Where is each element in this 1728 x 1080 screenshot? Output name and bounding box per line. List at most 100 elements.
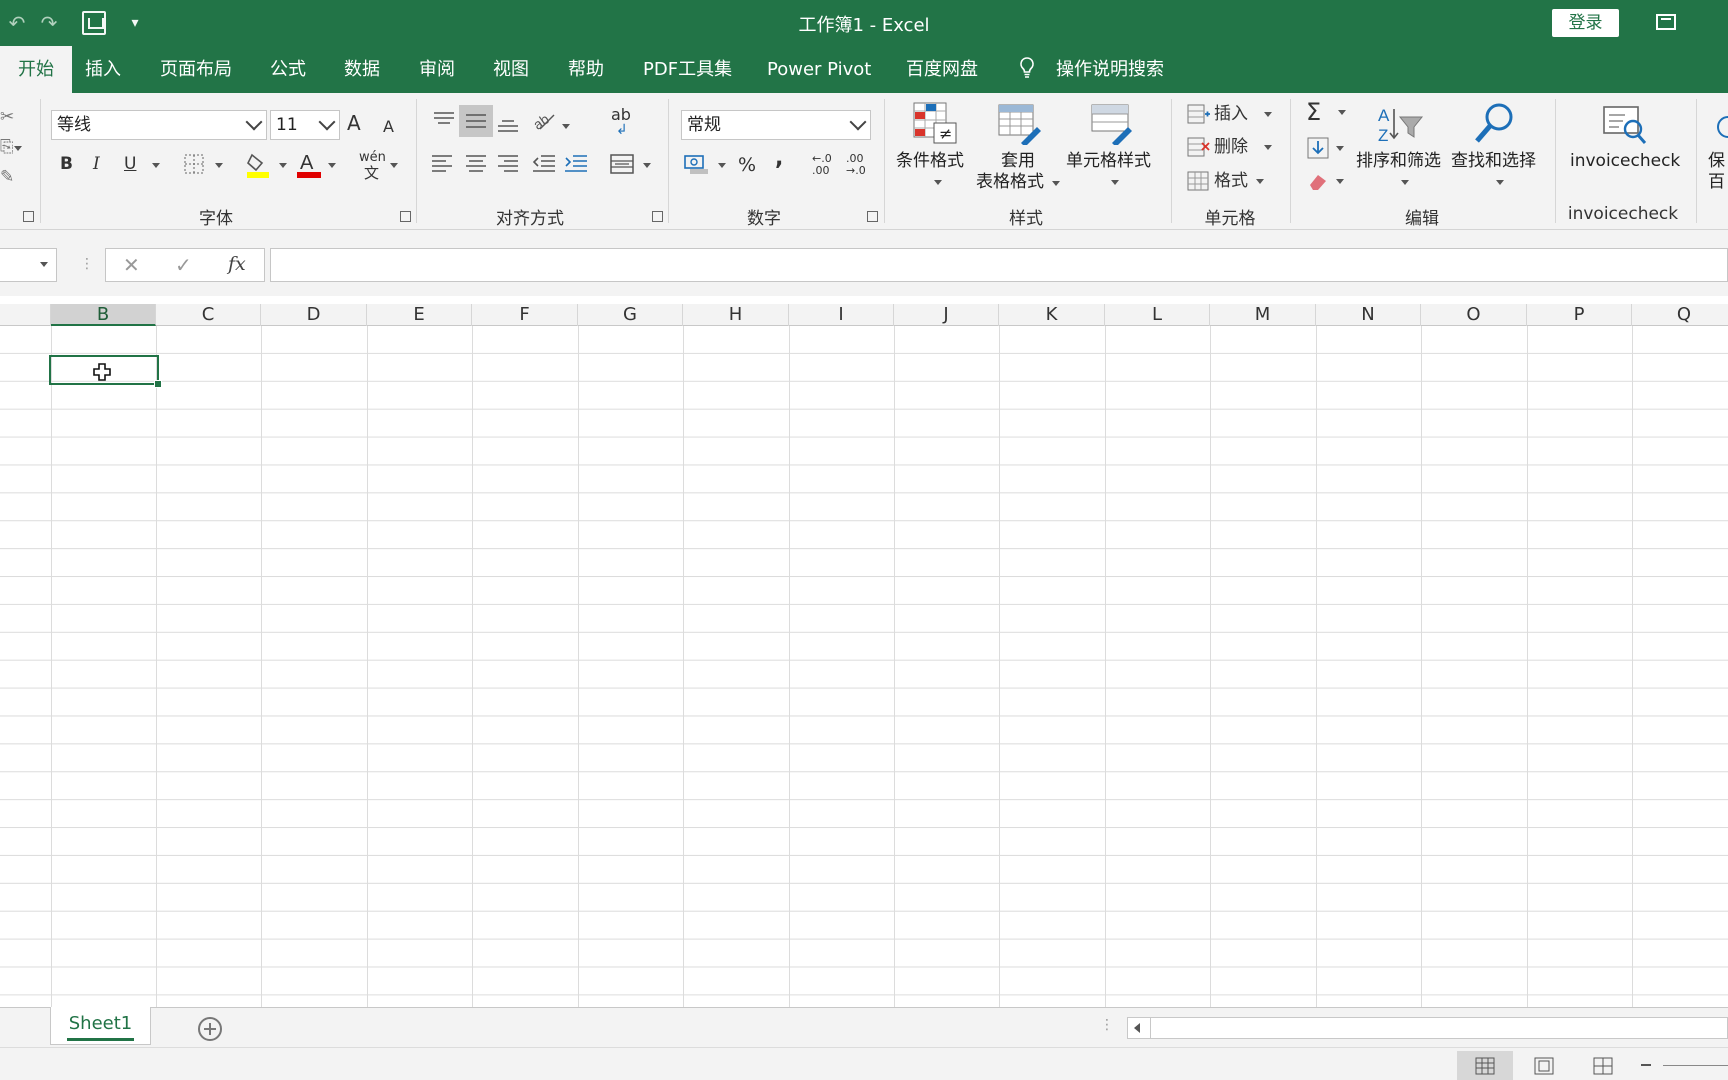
column-header-m[interactable]: M — [1210, 304, 1316, 326]
format-dropdown-icon[interactable] — [1256, 179, 1264, 184]
format-cells-label[interactable]: 格式 — [1214, 171, 1248, 191]
baidu-save-label-1[interactable]: 保 — [1708, 151, 1725, 172]
column-header-o[interactable]: O — [1421, 304, 1527, 326]
tab-review[interactable]: 审阅 — [419, 46, 455, 93]
column-header-p[interactable]: P — [1527, 304, 1632, 326]
find-select-icon[interactable] — [1473, 101, 1517, 145]
number-dialog-launcher-icon[interactable] — [867, 211, 878, 222]
column-header-b[interactable]: B — [51, 304, 156, 326]
copy-dropdown-icon[interactable] — [14, 146, 22, 151]
normal-view-button[interactable] — [1457, 1051, 1513, 1080]
column-header-a[interactable]: A — [0, 304, 51, 326]
phonetic-dropdown-icon[interactable] — [390, 163, 398, 168]
align-center-icon[interactable] — [465, 154, 487, 172]
sort-filter-icon[interactable]: AZ — [1376, 103, 1424, 145]
autosum-icon[interactable]: Σ — [1306, 99, 1321, 125]
delete-cells-icon[interactable] — [1187, 137, 1211, 157]
tab-power-pivot[interactable]: Power Pivot — [767, 46, 871, 93]
middle-align-button[interactable] — [459, 105, 493, 137]
column-header-n[interactable]: N — [1316, 304, 1421, 326]
shrink-font-icon[interactable]: A — [383, 117, 394, 137]
page-break-view-button[interactable] — [1575, 1051, 1631, 1080]
comma-style-button[interactable]: , — [775, 148, 783, 170]
font-size-select[interactable]: 11 — [270, 110, 340, 140]
insert-function-icon[interactable]: fx — [228, 253, 246, 275]
fill-color-icon[interactable] — [246, 151, 270, 179]
find-dropdown-icon[interactable] — [1496, 180, 1504, 185]
bold-button[interactable]: B — [60, 154, 73, 174]
column-header-l[interactable]: L — [1105, 304, 1210, 326]
grow-font-icon[interactable]: A — [347, 113, 361, 133]
horizontal-scrollbar[interactable] — [1127, 1017, 1728, 1039]
cell-area[interactable] — [0, 326, 1728, 1007]
align-left-icon[interactable] — [431, 154, 453, 172]
clear-eraser-icon[interactable] — [1307, 171, 1329, 191]
ribbon-display-options-icon[interactable] — [1656, 14, 1676, 30]
percent-style-button[interactable]: % — [738, 155, 756, 175]
column-header-j[interactable]: J — [894, 304, 999, 326]
italic-button[interactable]: I — [93, 154, 100, 174]
column-header-f[interactable]: F — [472, 304, 578, 326]
clipboard-copy-icon[interactable]: ⎘ — [0, 137, 14, 157]
baidu-save-icon[interactable] — [1712, 115, 1728, 141]
sort-filter-label[interactable]: 排序和筛选 — [1356, 151, 1441, 172]
tab-baidu-netdisk[interactable]: 百度网盘 — [906, 46, 978, 93]
bottom-align-icon[interactable] — [497, 115, 519, 133]
clipboard-dialog-launcher-icon[interactable] — [23, 211, 34, 222]
scroll-left-icon[interactable] — [1134, 1023, 1140, 1033]
conditional-dropdown-icon[interactable] — [934, 180, 942, 185]
delete-cells-label[interactable]: 删除 — [1214, 137, 1248, 157]
merge-center-icon[interactable] — [610, 154, 634, 174]
increase-indent-icon[interactable] — [564, 154, 588, 172]
cell-styles-dropdown-icon[interactable] — [1111, 180, 1119, 185]
font-name-select[interactable]: 等线 — [51, 110, 267, 140]
tab-data[interactable]: 数据 — [344, 46, 380, 93]
orientation-icon[interactable]: ab — [532, 109, 556, 131]
fill-dropdown-icon[interactable] — [1336, 146, 1344, 151]
format-as-table-icon[interactable] — [997, 103, 1043, 145]
underline-dropdown-icon[interactable] — [152, 163, 160, 168]
column-header-k[interactable]: K — [999, 304, 1105, 326]
tab-view[interactable]: 视图 — [493, 46, 529, 93]
borders-dropdown-icon[interactable] — [215, 163, 223, 168]
zoom-out-icon[interactable] — [1641, 1064, 1651, 1066]
format-painter-icon[interactable]: ✎ — [0, 167, 14, 187]
worksheet-grid[interactable]: A B C D E F G H I J K L M N O P Q — [0, 296, 1728, 1007]
borders-icon[interactable] — [184, 154, 204, 174]
tab-insert[interactable]: 插入 — [85, 46, 121, 93]
format-cells-icon[interactable] — [1187, 171, 1211, 191]
column-header-q[interactable]: Q — [1632, 304, 1728, 326]
tab-formulas[interactable]: 公式 — [270, 46, 306, 93]
column-header-i[interactable]: I — [789, 304, 894, 326]
tab-page-layout[interactable]: 页面布局 — [160, 46, 232, 93]
insert-dropdown-icon[interactable] — [1264, 112, 1272, 117]
formula-bar-grip-icon[interactable]: ⋮ — [80, 256, 94, 272]
column-header-g[interactable]: G — [578, 304, 683, 326]
conditional-formatting-icon[interactable]: ≠ — [912, 101, 958, 145]
clipboard-cut-icon[interactable]: ✂ — [0, 107, 14, 127]
sort-dropdown-icon[interactable] — [1401, 180, 1409, 185]
formula-input[interactable] — [270, 248, 1728, 282]
underline-button[interactable]: U — [124, 154, 136, 174]
format-as-table-label-1[interactable]: 套用 — [998, 151, 1038, 172]
baidu-save-label-2[interactable]: 百 — [1708, 172, 1725, 193]
fill-down-icon[interactable] — [1307, 137, 1329, 159]
find-select-label[interactable]: 查找和选择 — [1451, 151, 1536, 172]
decrease-indent-icon[interactable] — [532, 154, 556, 172]
font-color-icon[interactable]: A — [296, 151, 322, 179]
cell-styles-label[interactable]: 单元格样式 — [1066, 151, 1151, 172]
align-right-icon[interactable] — [497, 154, 519, 172]
column-header-e[interactable]: E — [367, 304, 472, 326]
font-color-dropdown-icon[interactable] — [328, 163, 336, 168]
fill-color-dropdown-icon[interactable] — [279, 163, 287, 168]
sheet-tab-sheet1[interactable]: Sheet1 — [50, 1007, 151, 1045]
tab-home[interactable]: 开始 — [0, 46, 72, 93]
column-header-c[interactable]: C — [156, 304, 261, 326]
column-header-d[interactable]: D — [261, 304, 367, 326]
add-sheet-icon[interactable] — [198, 1017, 222, 1041]
cell-styles-icon[interactable] — [1090, 103, 1136, 145]
format-as-table-label-2[interactable]: 表格格式 — [976, 172, 1044, 193]
top-align-icon[interactable] — [433, 111, 455, 129]
insert-cells-label[interactable]: 插入 — [1214, 104, 1248, 124]
enter-icon[interactable]: ✓ — [175, 253, 192, 277]
